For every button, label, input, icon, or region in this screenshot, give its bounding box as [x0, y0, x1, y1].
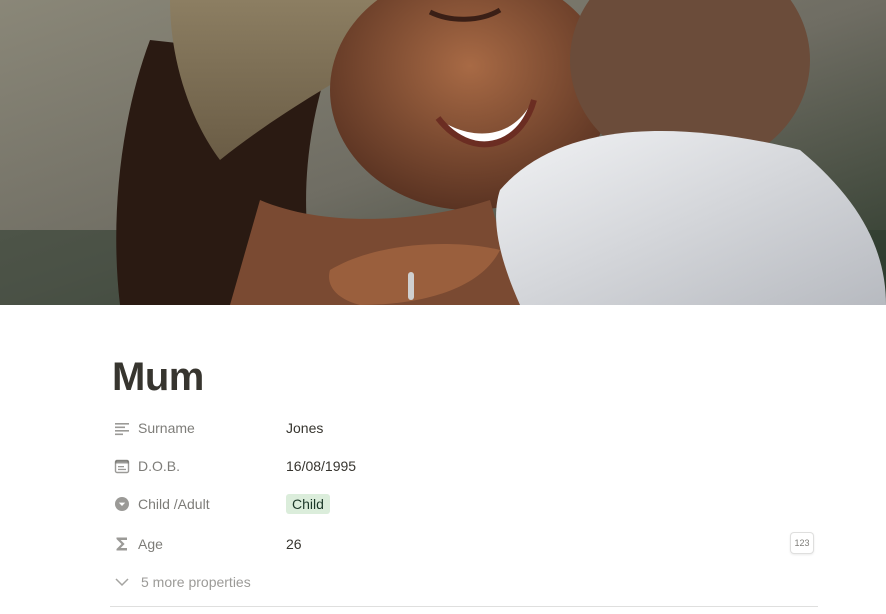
- property-row-age[interactable]: Age 26 123: [110, 527, 820, 561]
- property-name-age[interactable]: Age: [110, 527, 286, 561]
- property-name-surname[interactable]: Surname: [110, 411, 286, 445]
- property-label: Surname: [138, 420, 195, 436]
- property-value-dob[interactable]: 16/08/1995: [286, 458, 820, 474]
- select-icon: [110, 496, 138, 512]
- property-value-child-adult[interactable]: Child: [286, 494, 820, 514]
- property-value-age[interactable]: 26: [286, 536, 820, 552]
- property-row-surname[interactable]: Surname Jones: [110, 411, 820, 445]
- number-format-badge[interactable]: 123: [790, 532, 814, 554]
- more-properties-label: 5 more properties: [141, 574, 251, 590]
- sigma-icon: [110, 536, 138, 552]
- property-value-surname[interactable]: Jones: [286, 420, 820, 436]
- property-row-child-adult[interactable]: Child /Adult Child: [110, 487, 820, 521]
- calendar-icon: [110, 458, 138, 474]
- page-title[interactable]: Mum: [112, 352, 204, 402]
- property-label: Age: [138, 536, 163, 552]
- chevron-down-icon: [110, 574, 141, 590]
- property-label: Child /Adult: [138, 496, 210, 512]
- property-label: D.O.B.: [138, 458, 181, 474]
- property-row-dob[interactable]: D.O.B. 16/08/1995: [110, 449, 820, 483]
- divider: [110, 606, 818, 607]
- property-name-child-adult[interactable]: Child /Adult: [110, 487, 286, 521]
- text-lines-icon: [110, 420, 138, 436]
- more-properties-toggle[interactable]: 5 more properties: [110, 568, 251, 596]
- cover-image[interactable]: [0, 0, 886, 305]
- property-name-dob[interactable]: D.O.B.: [110, 449, 286, 483]
- select-tag: Child: [286, 494, 330, 514]
